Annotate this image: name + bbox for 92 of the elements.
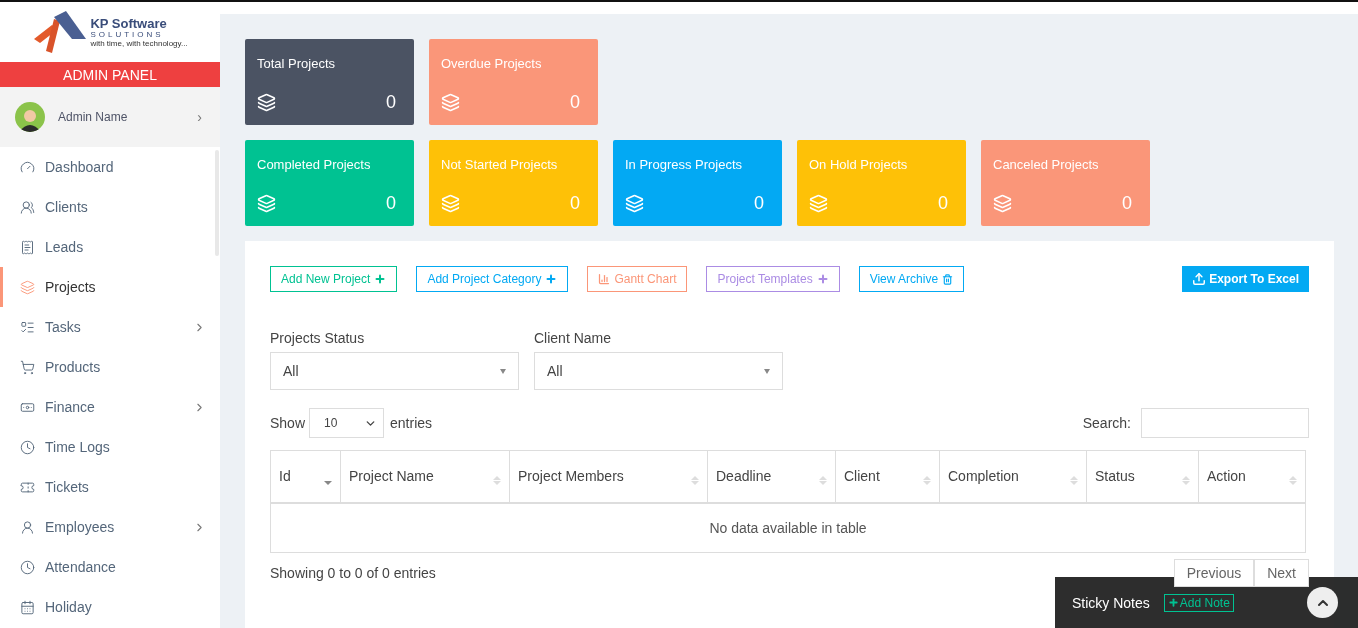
- nav-item[interactable]: Leads: [0, 227, 220, 267]
- logo-name: KP Software: [90, 16, 167, 30]
- user-icon: [20, 519, 35, 535]
- page-button[interactable]: Previous: [1173, 559, 1255, 587]
- stat-value: 0: [386, 193, 396, 214]
- plus-icon: [545, 273, 558, 285]
- stat-title: On Hold Projects: [809, 157, 909, 172]
- sort-icon: [1070, 475, 1078, 485]
- column-header[interactable]: Id: [270, 450, 341, 503]
- column-header[interactable]: Project Members: [509, 450, 708, 503]
- panel-title: ADMIN PANEL: [0, 62, 220, 87]
- upload-icon: [1192, 272, 1207, 286]
- trash-icon: [942, 273, 954, 285]
- show-label: Show: [270, 415, 306, 431]
- clock-icon: [20, 559, 35, 575]
- nav-item[interactable]: Holiday: [0, 587, 220, 627]
- column-header[interactable]: Project Name: [340, 450, 510, 503]
- logo-tagline: with time, with technology...: [90, 39, 188, 48]
- sort-icon: [1182, 475, 1190, 485]
- plus-icon: [816, 273, 829, 285]
- stat-value: 0: [1122, 193, 1132, 214]
- stat-value: 0: [570, 92, 580, 113]
- sort-icon: [1289, 475, 1297, 485]
- column-header[interactable]: Status: [1086, 450, 1199, 503]
- nav-item[interactable]: Tasks: [0, 307, 220, 347]
- column-header[interactable]: Completion: [939, 450, 1087, 503]
- dropdown-caret-icon: [500, 368, 506, 374]
- layers-icon: [993, 194, 1012, 213]
- nav-item[interactable]: Attendance: [0, 547, 220, 587]
- filter-select[interactable]: All: [270, 352, 519, 390]
- nav-item[interactable]: Products: [0, 347, 220, 387]
- nav-item[interactable]: Employees: [0, 507, 220, 547]
- receipt-icon: [20, 239, 35, 255]
- clock-icon: [20, 439, 35, 455]
- layers-icon: [625, 194, 644, 213]
- stat-value: 0: [754, 193, 764, 214]
- search-label: Search:: [1082, 415, 1131, 431]
- layers-icon: [257, 194, 276, 213]
- sort-icon: [691, 475, 699, 485]
- scroll-up-button[interactable]: [1307, 587, 1338, 618]
- layers-icon: [441, 194, 460, 213]
- search-field[interactable]: [1141, 408, 1309, 438]
- stat-value: 0: [386, 92, 396, 113]
- stat-title: In Progress Projects: [625, 157, 744, 172]
- filter-label: Client Name: [534, 330, 613, 346]
- users-icon: [20, 199, 35, 215]
- user-name: Admin Name: [58, 110, 129, 124]
- stat-title: Overdue Projects: [441, 56, 543, 71]
- avatar: [15, 102, 45, 132]
- calendar-icon: [20, 599, 35, 615]
- plus-icon: [1167, 597, 1179, 608]
- sort-icon: [819, 475, 827, 485]
- list-icon: [20, 319, 35, 335]
- stat-title: Total Projects: [257, 56, 337, 71]
- chevron-icon: ›: [197, 109, 202, 125]
- nav-item[interactable]: Tickets: [0, 467, 220, 507]
- page-button[interactable]: Next: [1254, 559, 1309, 587]
- sort-icon: [923, 475, 931, 485]
- nav-item[interactable]: Time Logs: [0, 427, 220, 467]
- stat-title: Canceled Projects: [993, 157, 1100, 172]
- table-info: Showing 0 to 0 of 0 entries: [270, 565, 436, 581]
- nav-item[interactable]: Dashboard: [0, 147, 220, 187]
- empty-message: No data available in table: [270, 502, 1306, 553]
- filter-label: Projects Status: [270, 330, 366, 346]
- cart-icon: [20, 359, 35, 375]
- stat-value: 0: [938, 193, 948, 214]
- user-row[interactable]: Admin Name ›: [0, 87, 220, 147]
- column-header[interactable]: Client: [835, 450, 940, 503]
- gauge-icon: [20, 159, 35, 175]
- logo-mark-icon: [32, 11, 89, 53]
- layers-icon: [257, 93, 276, 112]
- bar-chart-icon: [598, 273, 611, 285]
- layers-icon: [809, 194, 828, 213]
- column-header[interactable]: Action: [1198, 450, 1306, 503]
- sticky-notes-title: Sticky Notes: [1072, 594, 1150, 611]
- stat-value: 0: [570, 193, 580, 214]
- stat-title: Completed Projects: [257, 157, 372, 172]
- entries-select[interactable]: 10: [309, 408, 385, 438]
- entries-label: entries: [390, 415, 433, 431]
- dropdown-caret-icon: [764, 368, 770, 374]
- filter-select[interactable]: All: [534, 352, 783, 390]
- layers-icon: [441, 93, 460, 112]
- layers-icon: [20, 279, 35, 295]
- nav-item[interactable]: Clients: [0, 187, 220, 227]
- ticket-icon: [20, 479, 35, 495]
- column-header[interactable]: Deadline: [707, 450, 836, 503]
- plus-icon: [374, 273, 387, 285]
- nav-item[interactable]: Finance: [0, 387, 220, 427]
- stat-title: Not Started Projects: [441, 157, 559, 172]
- add-note-button[interactable]: Add Note: [1163, 593, 1234, 612]
- sort-icon: [493, 475, 501, 485]
- logo-subtitle: SOLUTIONS: [90, 30, 164, 39]
